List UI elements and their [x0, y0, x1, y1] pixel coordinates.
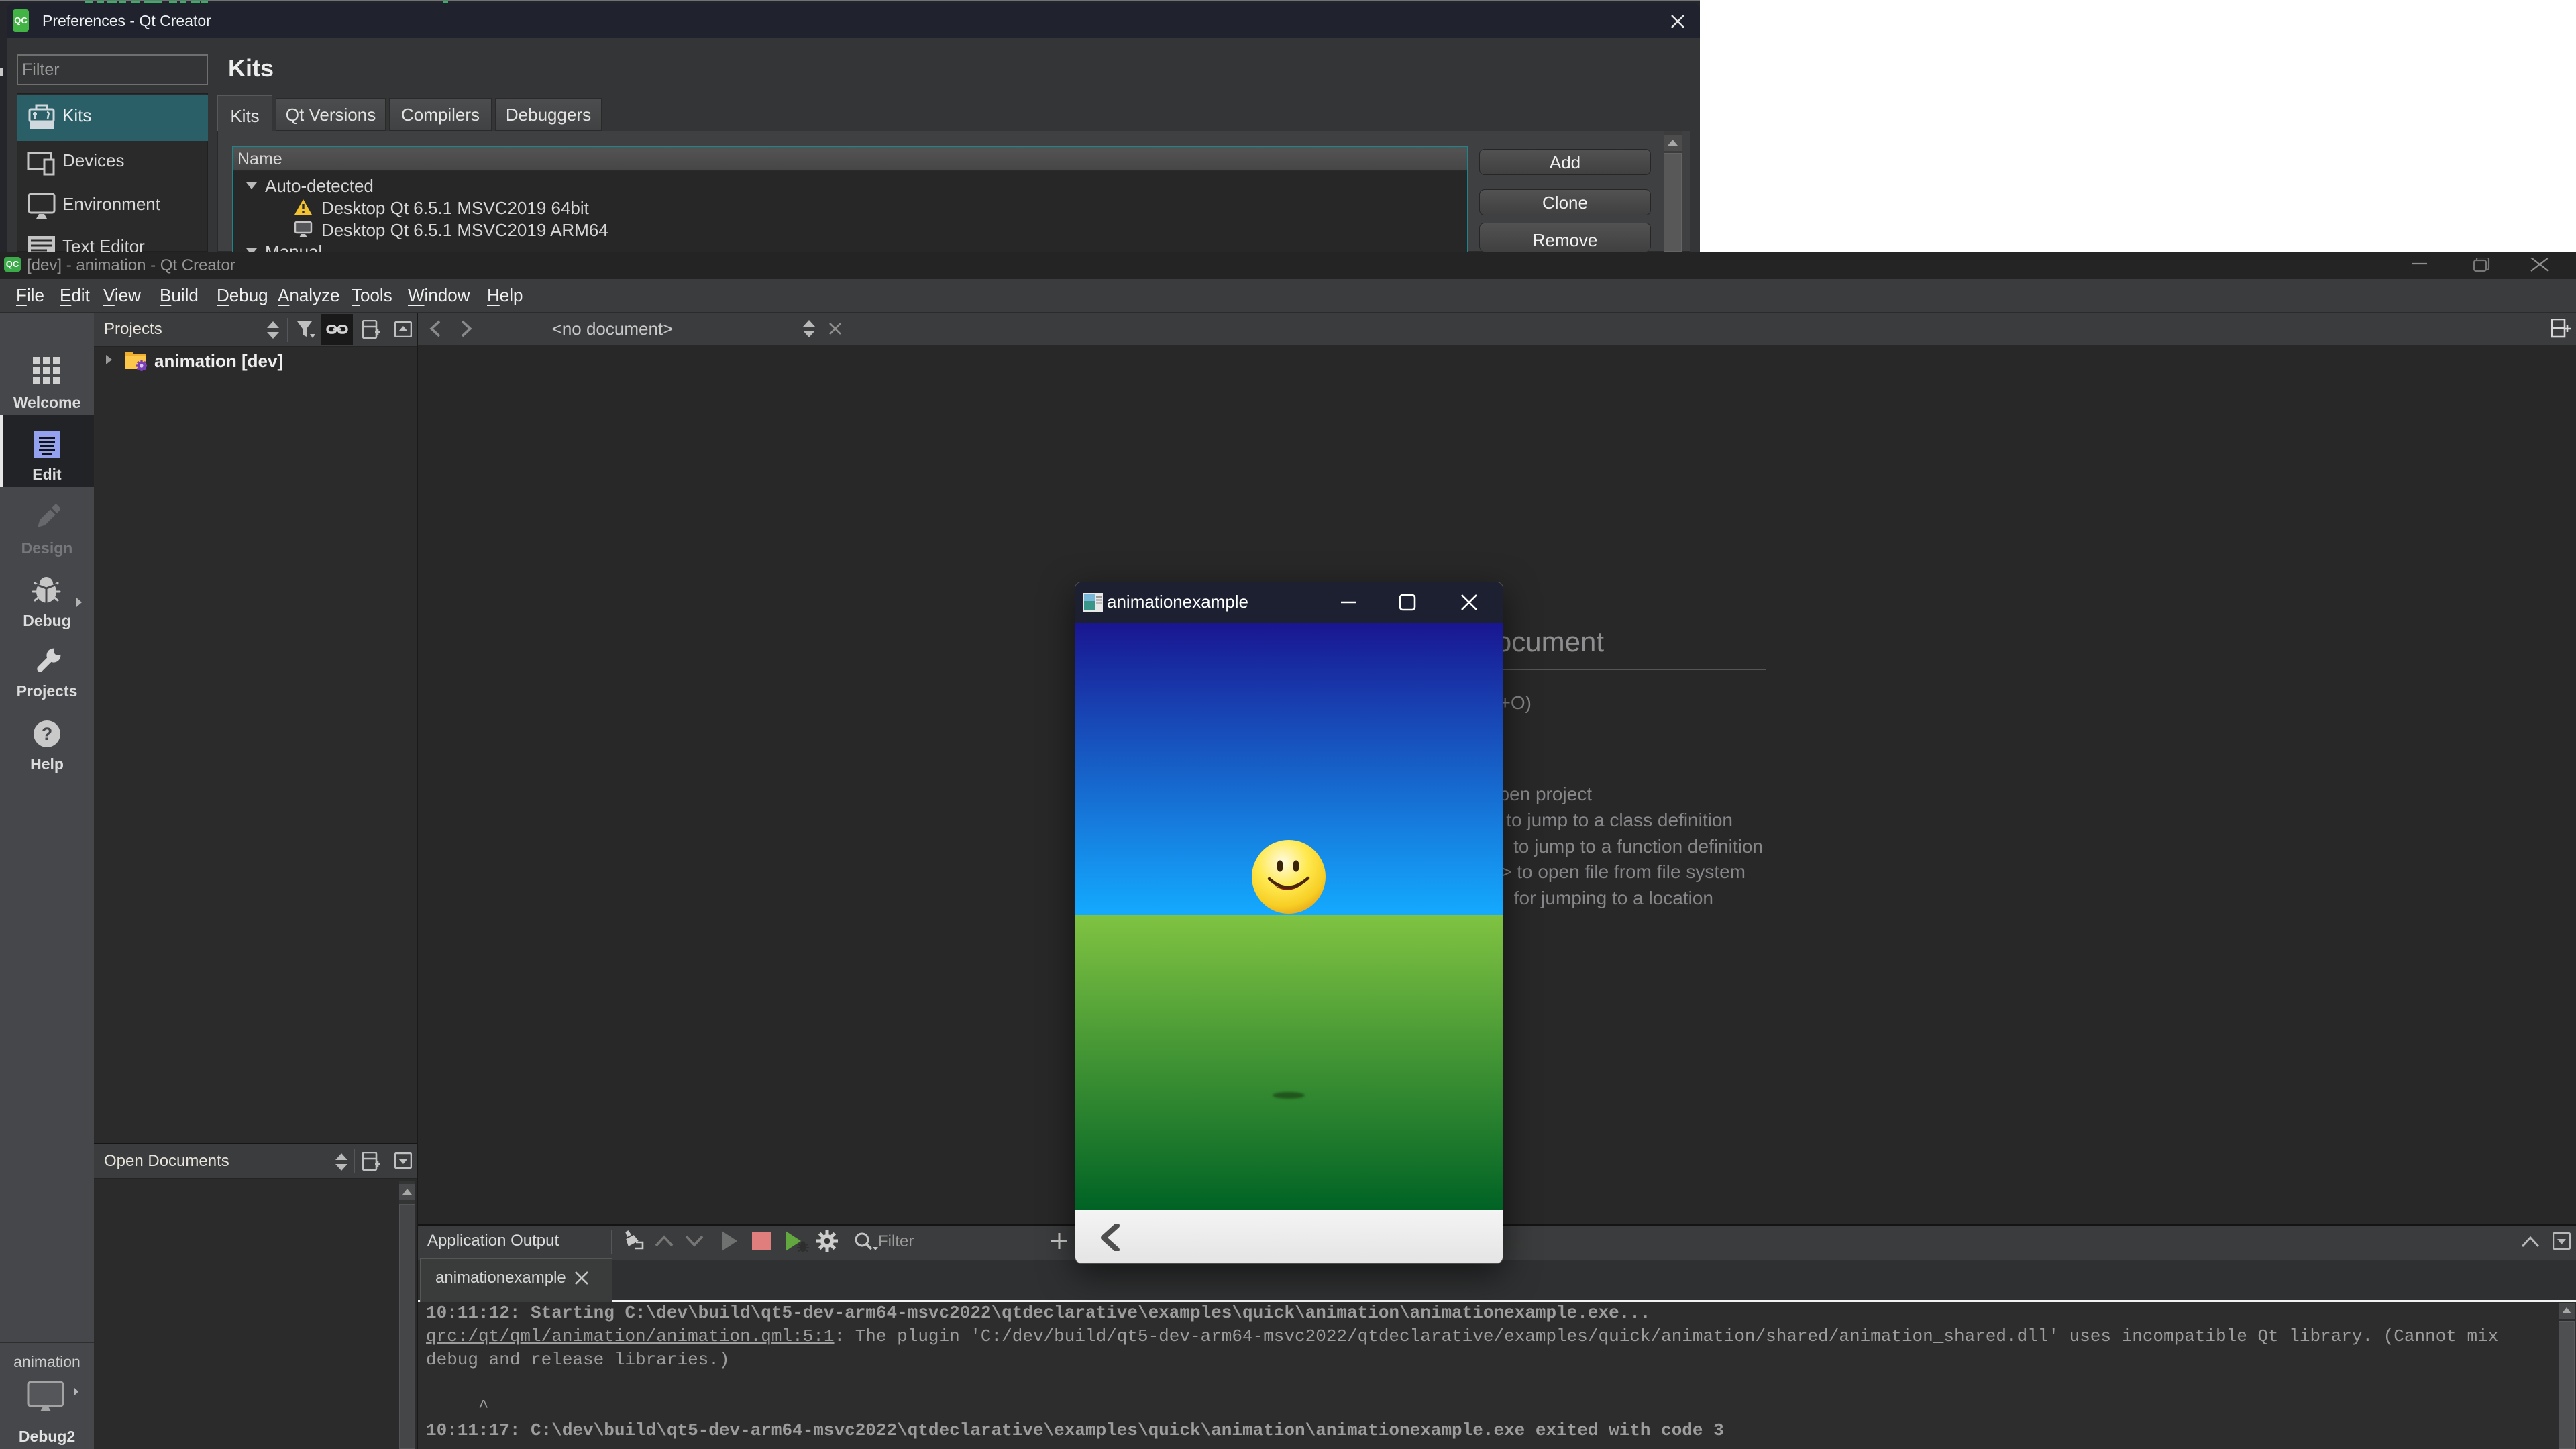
svg-text:?: ? — [42, 724, 53, 744]
